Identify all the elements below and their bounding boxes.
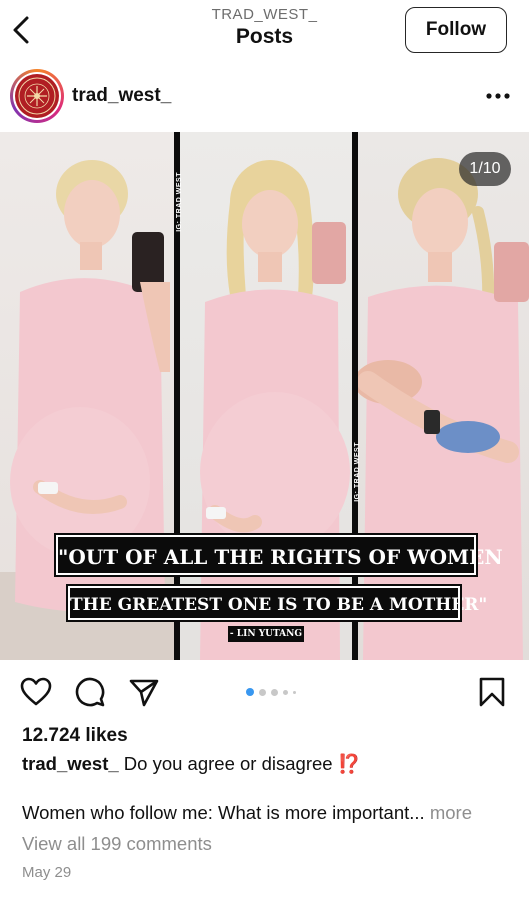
- save-button[interactable]: [476, 676, 508, 708]
- post-header: trad_west_: [0, 62, 529, 132]
- carousel-indicator: [246, 688, 296, 696]
- watermark-text: IG: TRAD WEST: [354, 442, 361, 502]
- share-button[interactable]: [128, 676, 160, 708]
- post-date: May 29: [22, 864, 72, 881]
- post-username[interactable]: trad_west_: [72, 85, 171, 107]
- avatar[interactable]: [10, 69, 64, 123]
- more-options-button[interactable]: [485, 86, 511, 106]
- post-caption: trad_west_ Do you agree or disagree ⁉️: [22, 753, 361, 775]
- photo-panel-3: [358, 132, 529, 660]
- like-count[interactable]: 12.724 likes: [22, 725, 128, 747]
- comment-button[interactable]: [74, 676, 106, 708]
- post-image[interactable]: IG: TRAD WEST IG: TRAD WEST 1/10 "OUT OF…: [0, 132, 529, 660]
- quote-line-2: THE GREATEST ONE IS TO BE A MOTHER": [66, 584, 487, 622]
- follow-button[interactable]: Follow: [405, 7, 507, 53]
- like-button[interactable]: [20, 676, 52, 708]
- carousel-dot: [293, 690, 296, 694]
- view-comments-link[interactable]: View all 199 comments: [22, 833, 212, 855]
- quote-attribution: - LIN YUTANG: [228, 626, 304, 642]
- caption-text: Do you agree or disagree: [123, 753, 333, 774]
- photo-panel-2: [180, 132, 352, 660]
- heart-icon: [20, 677, 52, 706]
- caption-more-link[interactable]: more: [430, 802, 472, 823]
- carousel-counter: 1/10: [459, 152, 511, 186]
- brand-logo: [15, 74, 59, 118]
- more-horizontal-icon: [486, 93, 510, 99]
- carousel-dot: [271, 688, 278, 696]
- send-icon: [129, 679, 159, 707]
- caption-username[interactable]: trad_west_: [22, 753, 119, 774]
- carousel-dot-active: [246, 688, 254, 696]
- top-nav-bar: TRAD_WEST_ Posts Follow: [0, 0, 529, 60]
- photo-panel-1: [0, 132, 174, 660]
- post-action-bar: [0, 660, 529, 722]
- comment-icon: [75, 677, 105, 707]
- carousel-dot: [259, 688, 266, 696]
- chevron-left-icon: [13, 16, 29, 44]
- watermark-text: IG: TRAD WEST: [176, 172, 183, 232]
- bookmark-icon: [479, 677, 505, 707]
- quote-line-1: "OUT OF ALL THE RIGHTS OF WOMEN: [54, 533, 503, 577]
- back-button[interactable]: [8, 12, 36, 48]
- carousel-dot: [283, 689, 288, 695]
- caption-line-2: Women who follow me: What is more import…: [22, 802, 425, 823]
- caption-continued: Women who follow me: What is more import…: [22, 802, 472, 824]
- caption-emoji: ⁉️: [337, 753, 361, 774]
